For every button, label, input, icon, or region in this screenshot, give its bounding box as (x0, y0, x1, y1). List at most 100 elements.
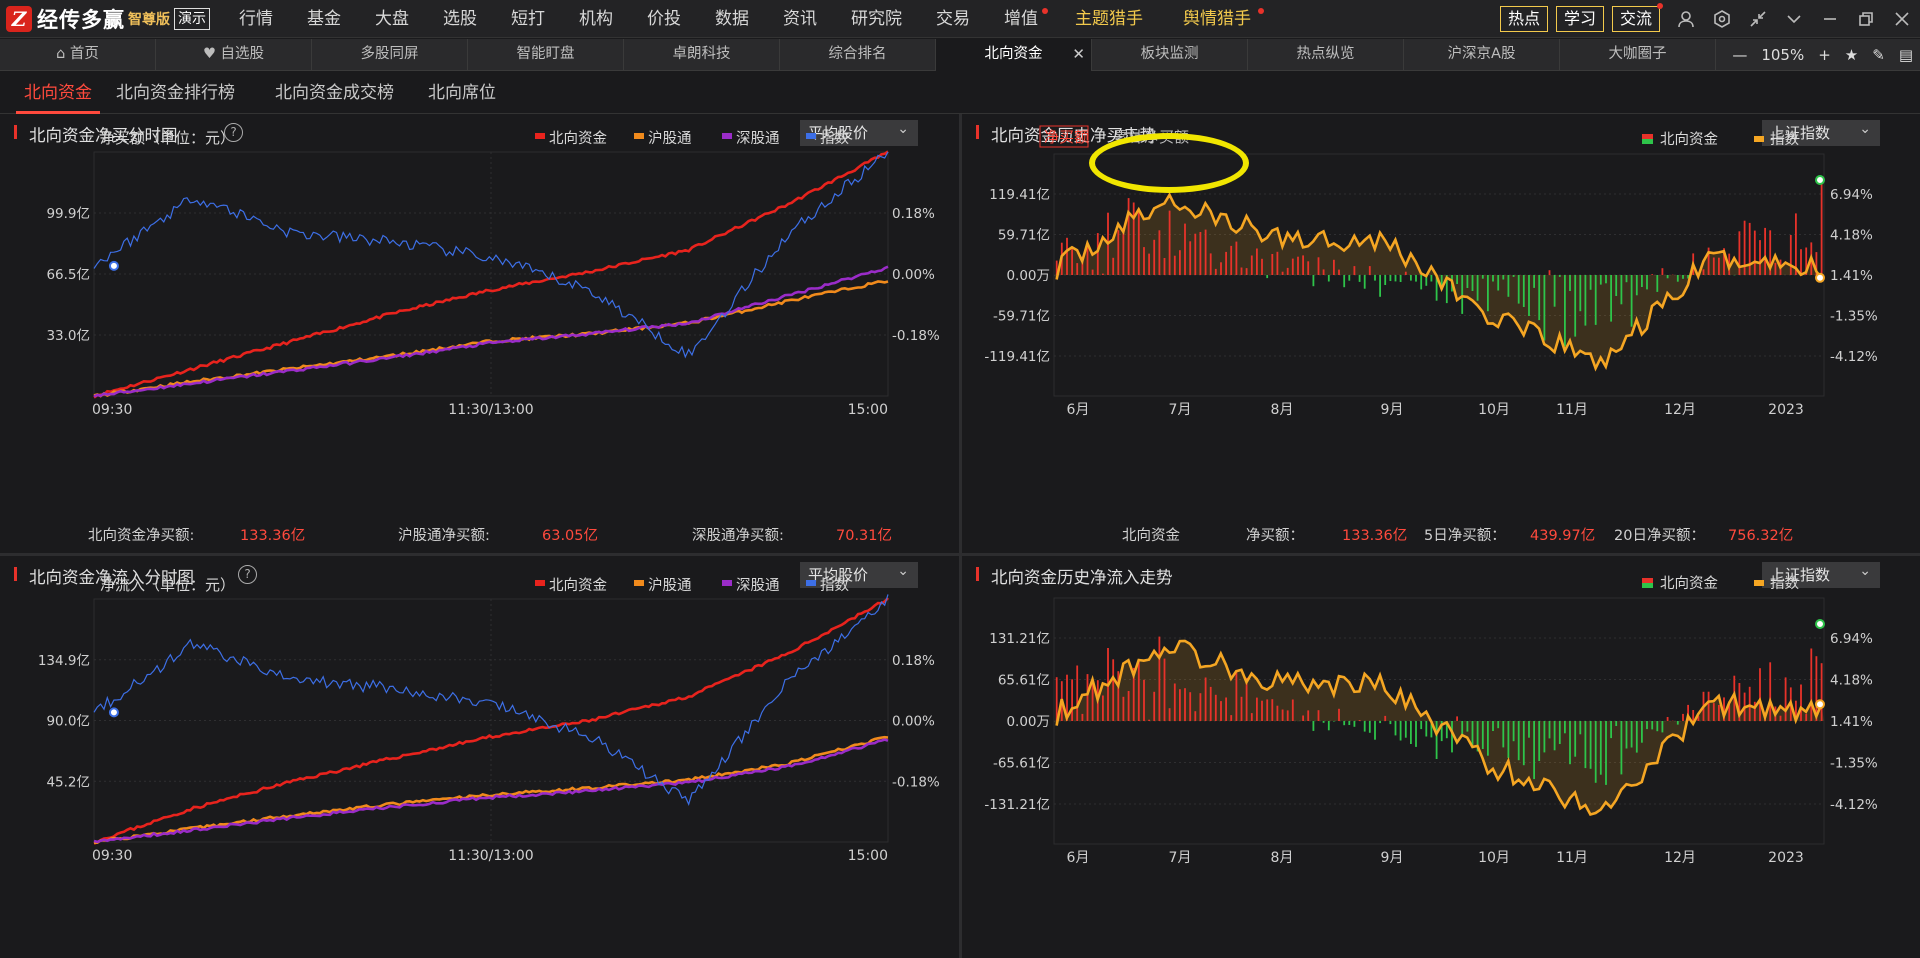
flow-bar (1404, 721, 1407, 738)
tab-close-icon[interactable]: ✕ (1072, 39, 1085, 70)
flow-bar (1676, 721, 1679, 725)
flow-bar (1348, 721, 1351, 725)
star-icon[interactable]: ★ (1845, 46, 1858, 64)
tab-ranking[interactable]: 综合排名 (780, 39, 936, 70)
legend-label: 北向资金 (549, 577, 607, 594)
x-tick: 09:30 (92, 402, 132, 418)
restore-icon[interactable] (1848, 0, 1884, 38)
tab-hot-overview[interactable]: 热点纵览 (1248, 39, 1404, 70)
hot-button[interactable]: 热点 (1499, 6, 1548, 32)
unit-label: 净流入（单位：元） (100, 576, 235, 594)
notification-dot (1657, 3, 1663, 9)
flow-bar (1805, 713, 1808, 721)
menu-item-13[interactable]: 舆情猎手 (1163, 0, 1271, 38)
subtab-turnover[interactable]: 北向资金成交榜 (275, 72, 394, 114)
stat-d5-label: 5日净买额： (1424, 528, 1506, 544)
flow-bar (1132, 202, 1135, 275)
chevron-down-icon[interactable] (1776, 0, 1812, 38)
flow-bar (1517, 721, 1520, 761)
menu-item-6[interactable]: 价投 (630, 0, 698, 38)
net-inflow-intraday-chart: 净流入（单位：元） 北向资金 沪股通 深股通 指数 134.9亿 0.18% 90.0亿 0.0… (38, 576, 940, 864)
tab-expert-circle[interactable]: 大咖圈子 (1560, 39, 1716, 70)
flow-bar (1184, 688, 1186, 721)
menu-item-3[interactable]: 选股 (426, 0, 494, 38)
menu-item-9[interactable]: 研究院 (834, 0, 919, 38)
x-tick: 2023 (1768, 850, 1804, 866)
pencil-icon[interactable]: ✎ (1872, 46, 1885, 64)
flow-bar (1220, 701, 1222, 721)
menu-item-4[interactable]: 短打 (494, 0, 562, 38)
flow-bar (1420, 275, 1423, 290)
flow-bar (1384, 715, 1387, 721)
flow-bar (1594, 721, 1597, 783)
close-icon[interactable] (1884, 0, 1920, 38)
y-tick-right: 0.18% (892, 653, 935, 669)
y-tick-left: 65.61亿 (998, 673, 1050, 689)
x-tick: 8月 (1271, 402, 1294, 418)
flow-bar (1307, 261, 1310, 275)
community-label: 交流 (1619, 9, 1652, 28)
menu-item-10[interactable]: 交易 (919, 0, 987, 38)
flow-bar (1748, 686, 1751, 721)
menu-item-2[interactable]: 大盘 (358, 0, 426, 38)
menu-item-11[interactable]: 增值 (987, 0, 1055, 38)
x-tick: 7月 (1169, 850, 1192, 866)
zoom-in-button[interactable]: + (1818, 46, 1831, 64)
menu-item-7[interactable]: 数据 (698, 0, 766, 38)
tab-sector-monitor[interactable]: 板块监测 (1092, 39, 1248, 70)
tab-home[interactable]: ⌂ 首页 (0, 39, 156, 70)
layout-icon[interactable]: ▤ (1899, 46, 1913, 64)
menu-item-12[interactable]: 主题猎手 (1055, 0, 1163, 38)
flow-bar (1800, 684, 1802, 721)
tab-multi-stock[interactable]: 多股同屏 (312, 39, 468, 70)
x-tick: 6月 (1067, 850, 1090, 866)
flow-bar (1415, 721, 1417, 747)
x-tick: 7月 (1169, 402, 1192, 418)
learn-button[interactable]: 学习 (1555, 6, 1604, 32)
menu-item-0[interactable]: 行情 (222, 0, 290, 38)
hexagon-settings-icon[interactable] (1704, 0, 1740, 38)
tab-watchlist[interactable]: ♥ 自选股 (156, 39, 312, 70)
tab-a-shares[interactable]: 沪深京A股 (1404, 39, 1560, 70)
subtab-seats[interactable]: 北向席位 (428, 72, 496, 114)
flow-bar (1487, 721, 1489, 756)
logo-icon: Z (6, 5, 32, 32)
flow-bar (1358, 720, 1361, 721)
tab-northbound[interactable]: 北向资金 ✕ (936, 39, 1092, 71)
tab-smart-watch[interactable]: 智能盯盘 (468, 39, 624, 70)
y-tick-left: 119.41亿 (989, 187, 1050, 203)
menu-item-1[interactable]: 基金 (290, 0, 358, 38)
legend-swatch (1754, 136, 1764, 142)
tab-zhuolang[interactable]: 卓朗科技 (624, 39, 780, 70)
shrink-icon[interactable] (1740, 0, 1776, 38)
flow-bar (1605, 275, 1607, 284)
y-tick-right: -4.12% (1830, 349, 1878, 365)
y-tick-right: 1.41% (1830, 714, 1873, 730)
flow-bar (1158, 230, 1161, 275)
flow-bar (1502, 275, 1505, 280)
flow-bar (1271, 254, 1274, 275)
legend-swatch (535, 133, 545, 139)
minimize-icon[interactable] (1812, 0, 1848, 38)
flow-bar (1712, 257, 1715, 275)
flow-bar (1476, 275, 1479, 301)
subtab-ranking[interactable]: 北向资金排行榜 (116, 72, 235, 114)
flow-bar (1748, 222, 1751, 275)
subtab-northbound[interactable]: 北向资金 (16, 72, 100, 114)
y-tick-left: 66.5亿 (46, 267, 90, 283)
flow-bar (1148, 253, 1150, 275)
user-icon[interactable] (1668, 0, 1704, 38)
flow-bar (1379, 275, 1381, 297)
zoom-level: 105% (1761, 45, 1805, 64)
app-logo[interactable]: Z 经传多赢 智尊版 演示 (0, 0, 210, 38)
flow-bar (1533, 275, 1535, 288)
menu-item-5[interactable]: 机构 (562, 0, 630, 38)
flow-bar (1276, 705, 1279, 721)
flow-bar (1394, 721, 1397, 736)
zoom-out-button[interactable]: — (1732, 46, 1747, 64)
flow-bar (1651, 721, 1654, 730)
legend-label: 北向资金 (1660, 131, 1718, 148)
menu-item-8[interactable]: 资讯 (766, 0, 834, 38)
community-button[interactable]: 交流 (1611, 3, 1663, 32)
flow-bar (1122, 696, 1125, 721)
